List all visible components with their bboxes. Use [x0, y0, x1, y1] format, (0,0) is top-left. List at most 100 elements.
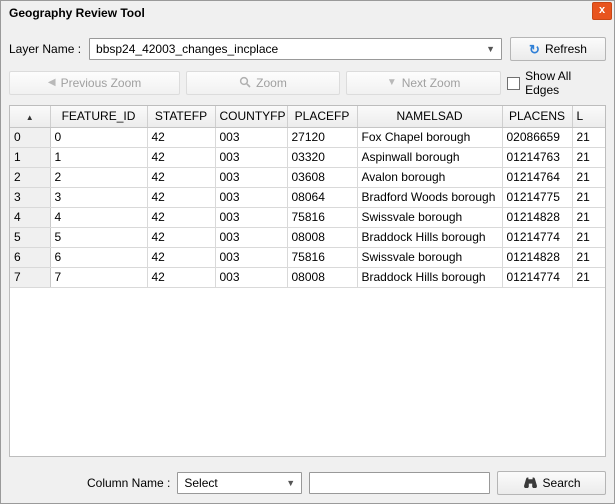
table-cell[interactable]: 42 [147, 167, 215, 187]
table-cell[interactable]: 003 [215, 187, 287, 207]
table-cell[interactable]: 21 [572, 267, 606, 287]
table-cell[interactable]: 02086659 [502, 127, 572, 147]
table-cell[interactable]: 01214774 [502, 227, 572, 247]
show-all-edges-label: Show All Edges [525, 69, 606, 97]
table-cell[interactable]: Swissvale borough [357, 207, 502, 227]
table-cell[interactable]: 21 [572, 247, 606, 267]
table-cell[interactable]: Swissvale borough [357, 247, 502, 267]
table-row[interactable]: 5 5 42 003 08008 Braddock Hills borough … [10, 227, 606, 247]
table-cell[interactable]: Avalon borough [357, 167, 502, 187]
table-cell[interactable]: 42 [147, 267, 215, 287]
column-header-statefp[interactable]: STATEFP [147, 106, 215, 127]
column-header-namelsad[interactable]: NAMELSAD [357, 106, 502, 127]
show-all-edges-checkbox[interactable] [507, 77, 520, 90]
table-row[interactable]: 2 2 42 003 03608 Avalon borough 01214764… [10, 167, 606, 187]
table-cell[interactable]: 01214764 [502, 167, 572, 187]
column-header-feature-id[interactable]: FEATURE_ID [50, 106, 147, 127]
table-cell[interactable]: Braddock Hills borough [357, 267, 502, 287]
table-cell[interactable]: 21 [572, 147, 606, 167]
zoom-button[interactable]: Zoom [186, 71, 340, 95]
table-cell[interactable]: 21 [572, 187, 606, 207]
window-title: Geography Review Tool [9, 6, 145, 20]
table-cell[interactable]: 01214828 [502, 207, 572, 227]
layer-name-label: Layer Name : [9, 42, 81, 56]
column-header-placefp[interactable]: PLACEFP [287, 106, 357, 127]
table-cell[interactable]: 003 [215, 267, 287, 287]
table-cell[interactable]: Bradford Woods borough [357, 187, 502, 207]
table-cell[interactable]: 42 [147, 207, 215, 227]
attribute-table-container[interactable]: ▲ FEATURE_ID STATEFP COUNTYFP PLACEFP NA… [9, 105, 606, 457]
table-row[interactable]: 7 7 42 003 08008 Braddock Hills borough … [10, 267, 606, 287]
corner-header[interactable]: ▲ [10, 106, 50, 127]
table-cell[interactable]: 01214774 [502, 267, 572, 287]
table-cell[interactable]: 42 [147, 147, 215, 167]
table-cell[interactable]: 21 [572, 167, 606, 187]
layer-row: Layer Name : bbsp24_42003_changes_incpla… [9, 37, 606, 61]
table-cell[interactable]: 27120 [287, 127, 357, 147]
table-cell[interactable]: 21 [572, 227, 606, 247]
table-cell[interactable]: Aspinwall borough [357, 147, 502, 167]
column-name-combobox[interactable]: Select ▼ [177, 472, 302, 494]
row-header[interactable]: 5 [10, 227, 50, 247]
table-cell[interactable]: 6 [50, 247, 147, 267]
table-cell[interactable]: 1 [50, 147, 147, 167]
table-cell[interactable]: 21 [572, 207, 606, 227]
show-all-edges-checkbox-group[interactable]: Show All Edges [507, 69, 606, 97]
search-button[interactable]: Search [497, 471, 606, 495]
table-row[interactable]: 0 0 42 003 27120 Fox Chapel borough 0208… [10, 127, 606, 147]
row-header[interactable]: 4 [10, 207, 50, 227]
table-cell[interactable]: 08008 [287, 227, 357, 247]
table-cell[interactable]: 4 [50, 207, 147, 227]
table-cell[interactable]: 42 [147, 127, 215, 147]
table-cell[interactable]: 7 [50, 267, 147, 287]
table-cell[interactable]: 03608 [287, 167, 357, 187]
table-cell[interactable]: 08008 [287, 267, 357, 287]
column-header-placens[interactable]: PLACENS [502, 106, 572, 127]
table-row[interactable]: 3 3 42 003 08064 Bradford Woods borough … [10, 187, 606, 207]
column-header-l[interactable]: L [572, 106, 606, 127]
table-cell[interactable]: 42 [147, 247, 215, 267]
table-cell[interactable]: 5 [50, 227, 147, 247]
layer-name-combobox[interactable]: bbsp24_42003_changes_incplace ▼ [89, 38, 502, 60]
row-header[interactable]: 0 [10, 127, 50, 147]
table-cell[interactable]: 75816 [287, 247, 357, 267]
table-cell[interactable]: 003 [215, 207, 287, 227]
table-cell[interactable]: 01214828 [502, 247, 572, 267]
search-input[interactable] [309, 472, 490, 494]
table-cell[interactable]: 42 [147, 187, 215, 207]
row-header[interactable]: 3 [10, 187, 50, 207]
close-button[interactable]: x [592, 2, 612, 20]
row-header[interactable]: 2 [10, 167, 50, 187]
refresh-label: Refresh [545, 42, 587, 56]
table-cell[interactable]: 003 [215, 227, 287, 247]
row-header[interactable]: 1 [10, 147, 50, 167]
table-row[interactable]: 6 6 42 003 75816 Swissvale borough 01214… [10, 247, 606, 267]
table-cell[interactable]: 21 [572, 127, 606, 147]
table-cell[interactable]: 08064 [287, 187, 357, 207]
next-zoom-button[interactable]: ▼ Next Zoom [346, 71, 502, 95]
table-cell[interactable]: Braddock Hills borough [357, 227, 502, 247]
table-cell[interactable]: 03320 [287, 147, 357, 167]
refresh-button[interactable]: ↻ Refresh [510, 37, 606, 61]
table-cell[interactable]: 01214775 [502, 187, 572, 207]
row-header[interactable]: 6 [10, 247, 50, 267]
table-cell[interactable]: 003 [215, 167, 287, 187]
table-row[interactable]: 4 4 42 003 75816 Swissvale borough 01214… [10, 207, 606, 227]
titlebar[interactable]: Geography Review Tool x [1, 1, 614, 25]
table-cell[interactable]: 003 [215, 247, 287, 267]
row-header[interactable]: 7 [10, 267, 50, 287]
column-header-countyfp[interactable]: COUNTYFP [215, 106, 287, 127]
table-cell[interactable]: 003 [215, 127, 287, 147]
table-row[interactable]: 1 1 42 003 03320 Aspinwall borough 01214… [10, 147, 606, 167]
table-cell[interactable]: Fox Chapel borough [357, 127, 502, 147]
search-label: Search [543, 476, 581, 490]
table-cell[interactable]: 75816 [287, 207, 357, 227]
table-cell[interactable]: 42 [147, 227, 215, 247]
previous-zoom-button[interactable]: ◀ Previous Zoom [9, 71, 180, 95]
table-cell[interactable]: 2 [50, 167, 147, 187]
next-zoom-label: Next Zoom [402, 76, 461, 90]
table-cell[interactable]: 0 [50, 127, 147, 147]
table-cell[interactable]: 3 [50, 187, 147, 207]
table-cell[interactable]: 003 [215, 147, 287, 167]
table-cell[interactable]: 01214763 [502, 147, 572, 167]
